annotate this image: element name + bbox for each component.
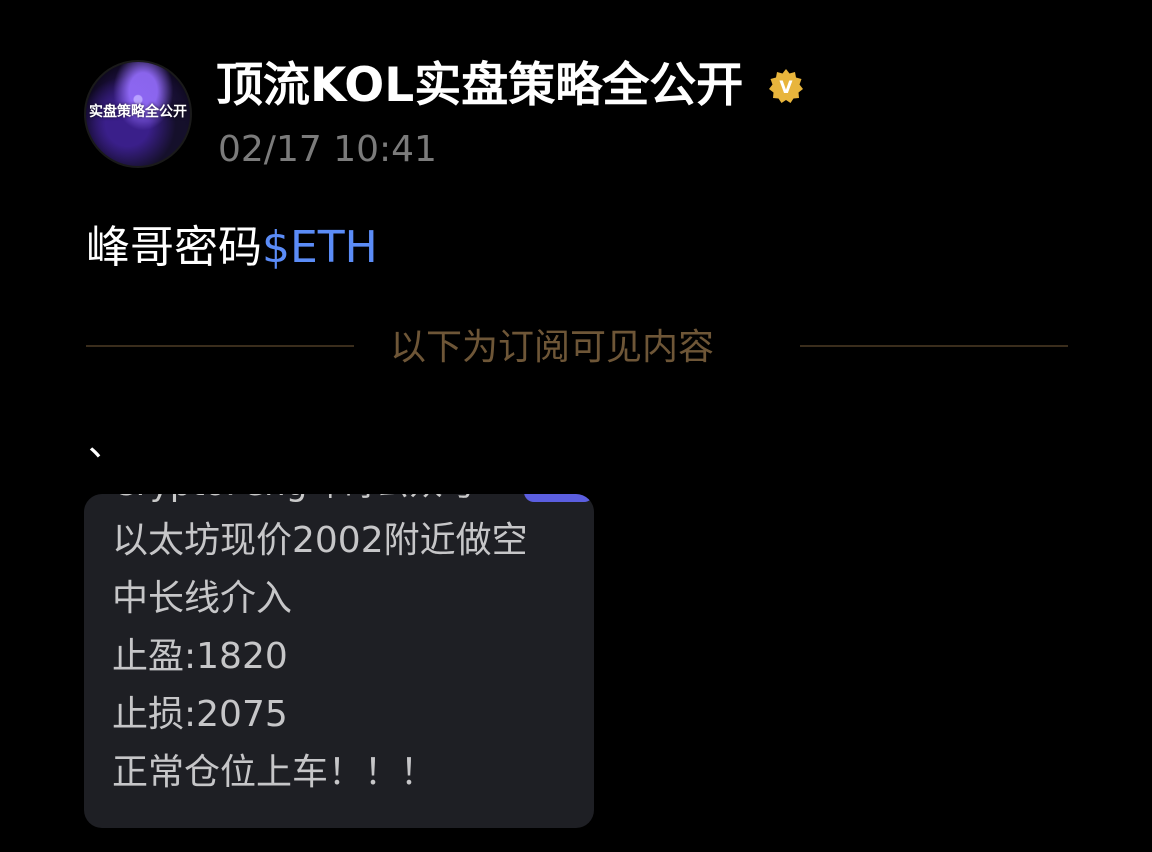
quote-header-chip xyxy=(524,494,594,502)
quote-line: 中长线介入 xyxy=(112,578,293,619)
quote-line: 止盈:1820 xyxy=(112,636,288,677)
quote-line: 正常仓位上车！！！ xyxy=(112,752,437,793)
divider-left xyxy=(86,345,354,347)
avatar-label: 实盘策略全公开 xyxy=(89,104,187,120)
quote-header-cut: CryptoFeng峰哥公众号 xyxy=(112,494,477,504)
quote-line: 止损:2075 xyxy=(112,694,288,735)
post-timestamp: 02/17 10:41 xyxy=(218,129,437,170)
avatar[interactable]: 实盘策略全公开 xyxy=(84,60,192,168)
ticker-tag-link[interactable]: $ETH xyxy=(262,222,378,273)
punctuation-mark: 、 xyxy=(88,423,125,464)
verified-badge-icon: V xyxy=(769,69,803,103)
verified-badge-letter: V xyxy=(779,78,793,98)
quote-line: 以太坊现价2002附近做空 xyxy=(112,520,528,561)
quote-lines: 以太坊现价2002附近做空 中长线介入 止盈:1820 止损:2075 正常仓位… xyxy=(112,512,528,802)
subscription-divider-label: 以下为订阅可见内容 xyxy=(390,327,715,368)
divider-right xyxy=(800,345,1068,347)
post-body: 峰哥密码$ETH xyxy=(86,218,378,278)
post-text: 峰哥密码 xyxy=(86,222,262,273)
quoted-screenshot-card[interactable]: CryptoFeng峰哥公众号 以太坊现价2002附近做空 中长线介入 止盈:1… xyxy=(84,494,594,828)
account-name[interactable]: 顶流KOL实盘策略全公开 xyxy=(216,56,743,116)
